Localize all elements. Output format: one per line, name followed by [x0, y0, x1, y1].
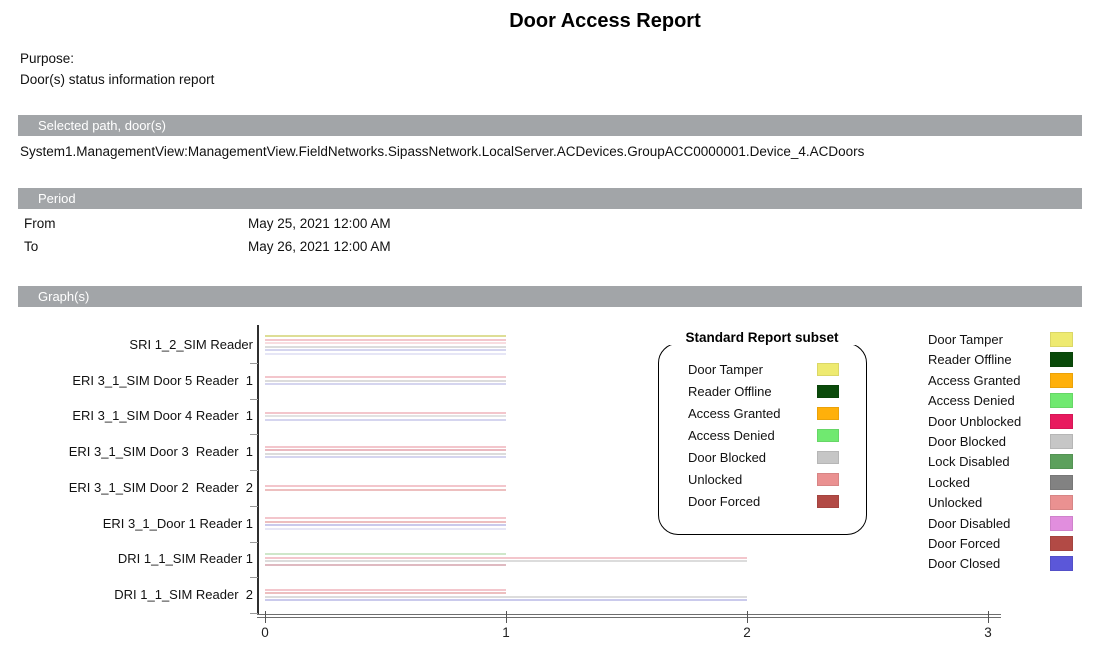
- bar-segment-door-closed: [265, 524, 506, 526]
- bar-segment-door-closed: [265, 349, 506, 351]
- category-label: DRI 1_1_SIM Reader 2: [0, 586, 253, 604]
- y-axis-tick: [250, 506, 258, 507]
- bar-segment-door-blocked: [265, 453, 506, 455]
- subset-legend-item-label: Access Granted: [688, 405, 781, 422]
- full-legend-swatch: [1050, 373, 1073, 388]
- bar-segment-door-blocked: [265, 596, 747, 598]
- y-axis-tick: [250, 470, 258, 471]
- bar-segment-door-blocked: [265, 560, 747, 562]
- category-label: ERI 3_1_SIM Door 5 Reader 1: [0, 372, 253, 390]
- full-legend-swatch: [1050, 475, 1073, 490]
- door-status-chart: Standard Report subset SRI 1_2_SIM Reade…: [0, 0, 1100, 654]
- y-axis-tick: [250, 613, 258, 614]
- full-legend-item-label: Door Tamper: [928, 331, 1003, 348]
- full-legend-swatch: [1050, 516, 1073, 531]
- subset-legend-item-label: Door Blocked: [688, 449, 766, 466]
- category-label: DRI 1_1_SIM Reader 1: [0, 550, 253, 568]
- bar-segment-locked: [265, 353, 506, 355]
- x-axis-tick: [506, 611, 507, 623]
- full-legend-item-label: Door Blocked: [928, 433, 1006, 450]
- bar-segment-access-denied: [265, 553, 506, 555]
- x-axis-tick-label: 0: [250, 625, 280, 640]
- subset-legend-item-label: Access Denied: [688, 427, 775, 444]
- bar-segment-door-blocked: [265, 415, 506, 417]
- category-label: ERI 3_1_SIM Door 3 Reader 1: [0, 443, 253, 461]
- y-axis-tick: [250, 542, 258, 543]
- bar-segment-door-tamper: [265, 335, 506, 337]
- full-legend-swatch: [1050, 434, 1073, 449]
- full-legend-swatch: [1050, 414, 1073, 429]
- bar-segment-unlocked: [265, 412, 506, 414]
- subset-legend-title: Standard Report subset: [664, 330, 860, 345]
- bar-segment-door-forced: [265, 449, 506, 451]
- full-legend-swatch: [1050, 352, 1073, 367]
- full-legend-swatch: [1050, 332, 1073, 347]
- full-legend-item-label: Lock Disabled: [928, 453, 1010, 470]
- full-legend-item-label: Access Denied: [928, 392, 1015, 409]
- bar-segment-unlocked: [265, 485, 506, 487]
- x-axis-tick-label: 3: [973, 625, 1003, 640]
- bar-segment-unlocked: [265, 446, 506, 448]
- bar-segment-door-closed: [265, 599, 747, 601]
- full-legend-item-label: Door Forced: [928, 535, 1000, 552]
- bar-segment-locked: [265, 528, 506, 530]
- full-legend-item-label: Locked: [928, 474, 970, 491]
- full-legend-item-label: Reader Offline: [928, 351, 1012, 368]
- y-axis-tick: [250, 399, 258, 400]
- bar-segment-unlocked: [265, 557, 747, 559]
- subset-legend-swatch: [817, 495, 839, 508]
- bar-segment-door-blocked: [265, 380, 506, 382]
- category-label: ERI 3_1_SIM Door 4 Reader 1: [0, 407, 253, 425]
- bar-segment-unlocked: [265, 517, 506, 519]
- y-axis-line: [257, 325, 259, 618]
- y-axis-tick: [250, 434, 258, 435]
- bar-segment-unlocked: [265, 376, 506, 378]
- full-legend-swatch: [1050, 393, 1073, 408]
- subset-legend-swatch: [817, 451, 839, 464]
- subset-legend-swatch: [817, 473, 839, 486]
- x-axis-tick-label: 1: [491, 625, 521, 640]
- bar-segment-door-closed: [265, 456, 506, 458]
- subset-legend-swatch: [817, 429, 839, 442]
- bar-segment-door-closed: [265, 419, 506, 421]
- x-axis-tick: [747, 611, 748, 623]
- subset-legend-item-label: Door Tamper: [688, 361, 763, 378]
- category-label: ERI 3_1_SIM Door 2 Reader 2: [0, 479, 253, 497]
- x-axis-tick-label: 2: [732, 625, 762, 640]
- subset-legend-item-label: Reader Offline: [688, 383, 772, 400]
- bar-segment-door-blocked: [265, 346, 506, 348]
- bar-segment-door-forced: [265, 342, 506, 344]
- full-legend-item-label: Access Granted: [928, 372, 1021, 389]
- subset-legend-swatch: [817, 363, 839, 376]
- subset-legend-item-label: Unlocked: [688, 471, 742, 488]
- y-axis-tick: [250, 363, 258, 364]
- full-legend-item-label: Door Disabled: [928, 515, 1010, 532]
- bar-segment-unlocked: [265, 589, 506, 591]
- x-axis-tick: [988, 611, 989, 623]
- full-legend-item-label: Door Closed: [928, 555, 1000, 572]
- door-access-report-page: Door Access Report Purpose: Door(s) stat…: [0, 0, 1100, 654]
- full-legend-swatch: [1050, 556, 1073, 571]
- y-axis-tick: [250, 577, 258, 578]
- full-legend-swatch: [1050, 454, 1073, 469]
- subset-legend-item-label: Door Forced: [688, 493, 760, 510]
- category-label: SRI 1_2_SIM Reader: [0, 336, 253, 354]
- category-label: ERI 3_1_Door 1 Reader 1: [0, 515, 253, 533]
- subset-legend-swatch: [817, 385, 839, 398]
- x-axis-line: [257, 614, 1001, 618]
- bar-segment-door-forced: [265, 489, 506, 491]
- bar-segment-door-forced: [265, 564, 506, 566]
- full-legend-swatch: [1050, 495, 1073, 510]
- bar-segment-unlocked: [265, 339, 506, 341]
- x-axis-tick: [265, 611, 266, 623]
- bar-segment-door-forced: [265, 521, 506, 523]
- subset-legend-swatch: [817, 407, 839, 420]
- full-legend-swatch: [1050, 536, 1073, 551]
- full-legend-item-label: Unlocked: [928, 494, 982, 511]
- bar-segment-door-forced: [265, 592, 506, 594]
- bar-segment-door-closed: [265, 383, 506, 385]
- full-legend-item-label: Door Unblocked: [928, 413, 1021, 430]
